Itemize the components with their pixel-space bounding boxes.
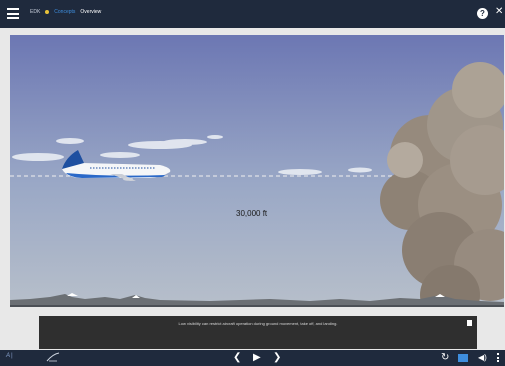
more-options-icon[interactable] (497, 353, 500, 363)
breadcrumb-section[interactable]: Concepts (54, 9, 75, 15)
caption-panel: Low visibility can restrict aircraft ope… (39, 316, 477, 349)
altitude-label: 30,000 ft (236, 209, 268, 218)
replay-icon[interactable]: ↻ (441, 352, 449, 363)
breadcrumb-page: Overview (80, 9, 102, 15)
transcript-icon[interactable] (467, 320, 472, 326)
breadcrumb: EDK Concepts Overview (30, 9, 101, 15)
next-button[interactable]: ❯ (273, 352, 281, 364)
close-icon[interactable]: ✕ (495, 6, 503, 17)
top-toolbar: EDK Concepts Overview ? ✕ (0, 0, 505, 28)
volume-icon[interactable]: ◀) (478, 353, 487, 362)
bottom-toolbar: A| ❮ ▶ ❯ ↻ ◀) (0, 350, 505, 366)
brand-logo: A| (6, 353, 14, 359)
breadcrumb-course[interactable]: EDK (30, 9, 40, 15)
caption-text: Low visibility can restrict aircraft ope… (178, 321, 338, 326)
menu-icon[interactable] (7, 8, 19, 19)
aviation-logo-icon (46, 352, 60, 362)
bullet-icon (45, 10, 50, 14)
scene-illustration: 30,000 ft (10, 35, 504, 307)
help-icon[interactable]: ? (477, 8, 488, 19)
play-button[interactable]: ▶ (253, 352, 261, 364)
previous-button[interactable]: ❮ (233, 352, 241, 364)
closed-captions-icon[interactable] (458, 354, 468, 362)
